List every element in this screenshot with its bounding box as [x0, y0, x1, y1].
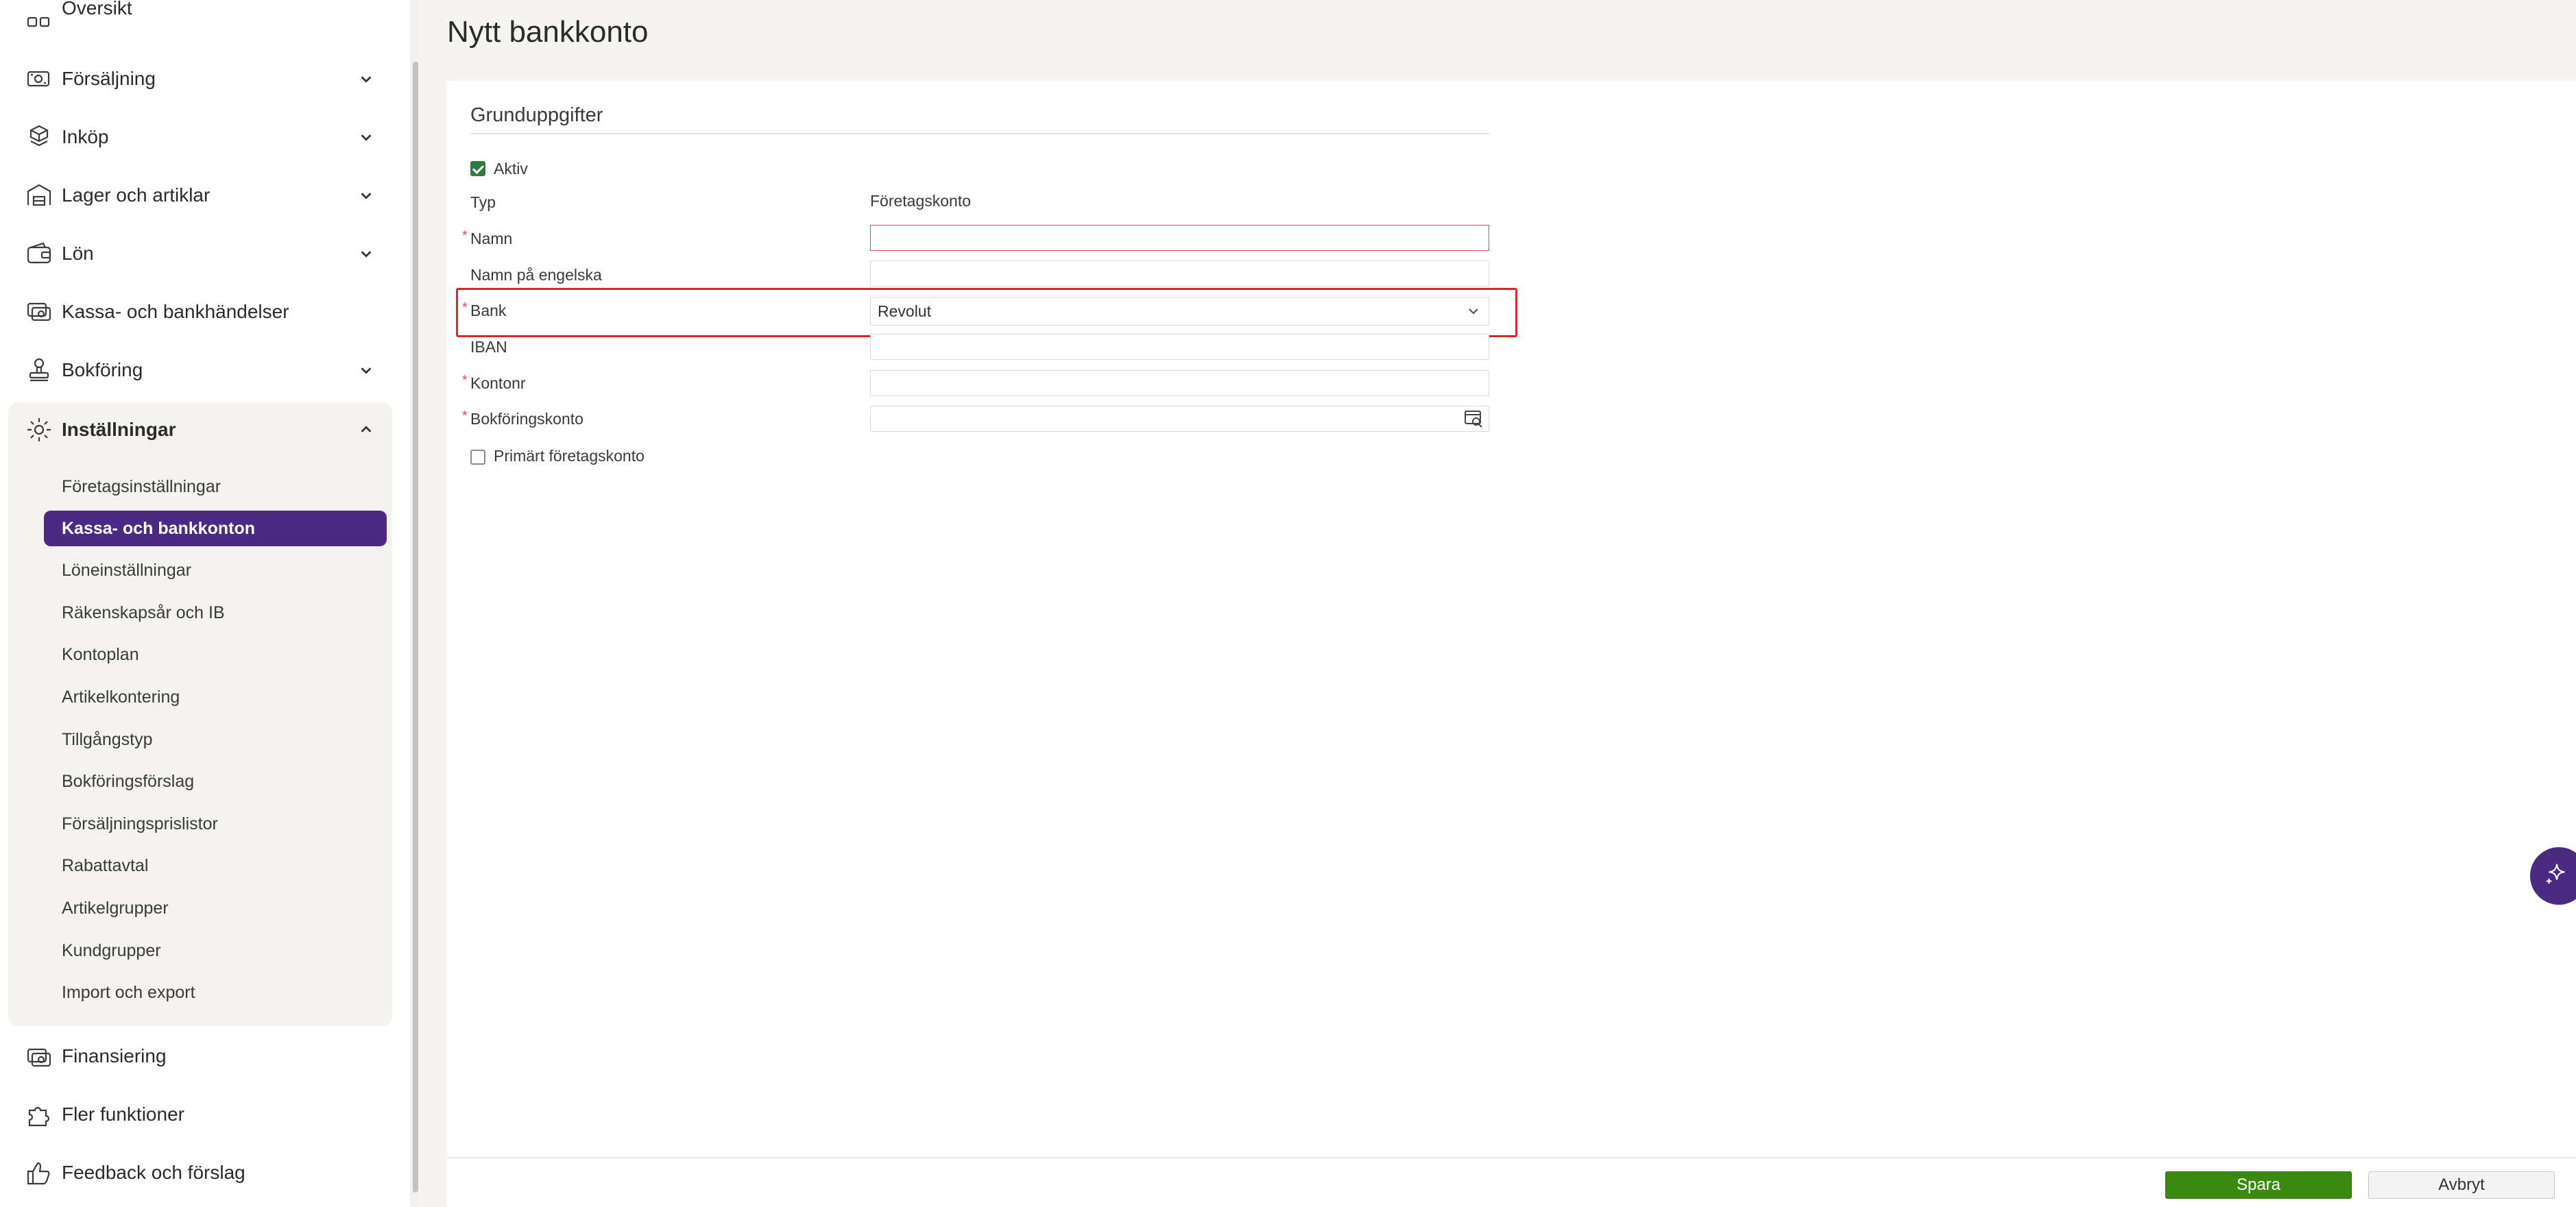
warehouse-icon	[23, 180, 55, 211]
sidebar-item-fler-funktioner[interactable]: Fler funktioner	[23, 1094, 380, 1135]
sidebar-item-label: Bokföring	[62, 359, 143, 380]
sub-item-tillgangstyp[interactable]: Tillgångstyp	[44, 722, 387, 757]
sparkle-icon	[2544, 862, 2570, 891]
kontonr-input[interactable]	[870, 370, 1489, 396]
namn-input[interactable]	[870, 225, 1489, 251]
sidebar-item-lon[interactable]: Lön	[23, 233, 380, 274]
sidebar-item-label: Inställningar	[62, 419, 176, 440]
cash-icon	[23, 63, 55, 95]
section-title: Grunduppgifter	[470, 104, 603, 126]
namn-engelska-input[interactable]	[870, 260, 1489, 286]
gear-icon	[23, 414, 55, 446]
sidebar-item-label: Lager och artiklar	[62, 184, 210, 206]
required-marker: *	[462, 300, 468, 315]
chevron-down-icon[interactable]	[352, 356, 380, 384]
chevron-down-icon[interactable]	[352, 65, 380, 93]
sidebar-item-label: Finansiering	[62, 1045, 167, 1066]
sidebar-item-lager[interactable]: Lager och artiklar	[23, 175, 380, 216]
bokforingskonto-input[interactable]	[870, 406, 1489, 432]
chevron-down-icon	[1465, 303, 1482, 319]
sub-item-rabattavtal[interactable]: Rabattavtal	[44, 848, 387, 883]
namn-label: * Namn	[462, 228, 513, 247]
bank-select[interactable]: Revolut	[870, 297, 1489, 326]
sidebar-item-forsaljning[interactable]: Försäljning	[23, 58, 380, 99]
settings-group: Inställningar Företagsinställningar Kass…	[8, 402, 392, 1026]
aktiv-label: Aktiv	[494, 160, 528, 178]
iban-input[interactable]	[870, 334, 1489, 360]
money-icon	[23, 1040, 55, 1072]
thumbs-up-icon	[23, 1157, 55, 1188]
sidebar-scrollbar-thumb[interactable]	[413, 62, 418, 1193]
sidebar-item-bokforing[interactable]: Bokföring	[23, 350, 380, 391]
sidebar-item-label: Inköp	[62, 126, 109, 147]
sub-item-rakenskapsar[interactable]: Räkenskapsår och IB	[44, 595, 387, 631]
lookup-search-icon[interactable]	[1463, 409, 1484, 429]
sidebar-item-label: Kassa- och bankhändelser	[62, 301, 289, 322]
stamp-icon	[23, 354, 55, 386]
sidebar: Översikt Försäljning Inköp Lager och art…	[0, 0, 418, 1207]
sub-item-bokforingsforslag[interactable]: Bokföringsförslag	[44, 764, 387, 799]
puzzle-icon	[23, 1099, 55, 1130]
save-button[interactable]: Spara	[2165, 1171, 2352, 1199]
sidebar-item-label: Försäljning	[62, 68, 156, 89]
typ-value: Företagskonto	[870, 192, 972, 210]
sub-item-kundgrupper[interactable]: Kundgrupper	[44, 933, 387, 968]
primart-checkbox[interactable]	[470, 450, 485, 465]
sidebar-item-label: Feedback och förslag	[62, 1162, 245, 1183]
wallet-icon	[23, 238, 55, 269]
sidebar-item-inkop[interactable]: Inköp	[23, 117, 380, 158]
sub-item-forsaljningsprislistor[interactable]: Försäljningsprislistor	[44, 806, 387, 842]
primart-label: Primärt företagskonto	[494, 447, 645, 465]
sub-item-loneinstallningar[interactable]: Löneinställningar	[44, 552, 387, 588]
divider	[470, 133, 1489, 134]
aktiv-checkbox[interactable]	[470, 161, 485, 176]
bokforingskonto-label: * Bokföringskonto	[462, 409, 583, 428]
sub-item-kassa-bankkonton[interactable]: Kassa- och bankkonton	[44, 511, 387, 546]
sub-item-artikelgrupper[interactable]: Artikelgrupper	[44, 890, 387, 926]
sidebar-item-finansiering[interactable]: Finansiering	[23, 1036, 380, 1077]
chevron-up-icon[interactable]	[352, 416, 380, 443]
required-marker: *	[462, 228, 468, 243]
chevron-down-icon[interactable]	[352, 240, 380, 267]
cash-register-icon	[23, 296, 55, 328]
required-marker: *	[462, 409, 468, 424]
boxes-icon	[23, 121, 55, 153]
typ-label: Typ	[470, 193, 496, 211]
sidebar-item-kassa-bankhandelser[interactable]: Kassa- och bankhändelser	[23, 291, 380, 332]
sidebar-item-feedback[interactable]: Feedback och förslag	[23, 1152, 380, 1193]
sub-item-import-export[interactable]: Import och export	[44, 975, 387, 1010]
sub-item-artikelkontering[interactable]: Artikelkontering	[44, 679, 387, 715]
kontonr-label: * Kontonr	[462, 373, 526, 392]
sub-item-foretagsinstallningar[interactable]: Företagsinställningar	[44, 469, 387, 504]
sidebar-item-oversikt[interactable]: Översikt	[23, 0, 380, 42]
footer-divider	[447, 1157, 2576, 1158]
bank-select-value: Revolut	[878, 302, 931, 320]
bank-label: * Bank	[462, 300, 507, 319]
chevron-down-icon[interactable]	[352, 123, 380, 151]
namn-engelska-label: Namn på engelska	[470, 266, 602, 284]
grid-icon	[23, 6, 55, 38]
required-marker: *	[462, 373, 468, 388]
page-title: Nytt bankkonto	[447, 15, 649, 49]
iban-label: IBAN	[470, 338, 507, 356]
sidebar-item-label: Fler funktioner	[62, 1104, 184, 1125]
cancel-button[interactable]: Avbryt	[2368, 1171, 2555, 1199]
sidebar-item-label: Lön	[62, 243, 94, 264]
chevron-down-icon[interactable]	[352, 182, 380, 209]
form-card	[447, 81, 2576, 1207]
sidebar-item-label: Översikt	[62, 0, 132, 19]
sub-item-kontoplan[interactable]: Kontoplan	[44, 637, 387, 672]
sidebar-item-installningar[interactable]: Inställningar	[23, 409, 380, 450]
